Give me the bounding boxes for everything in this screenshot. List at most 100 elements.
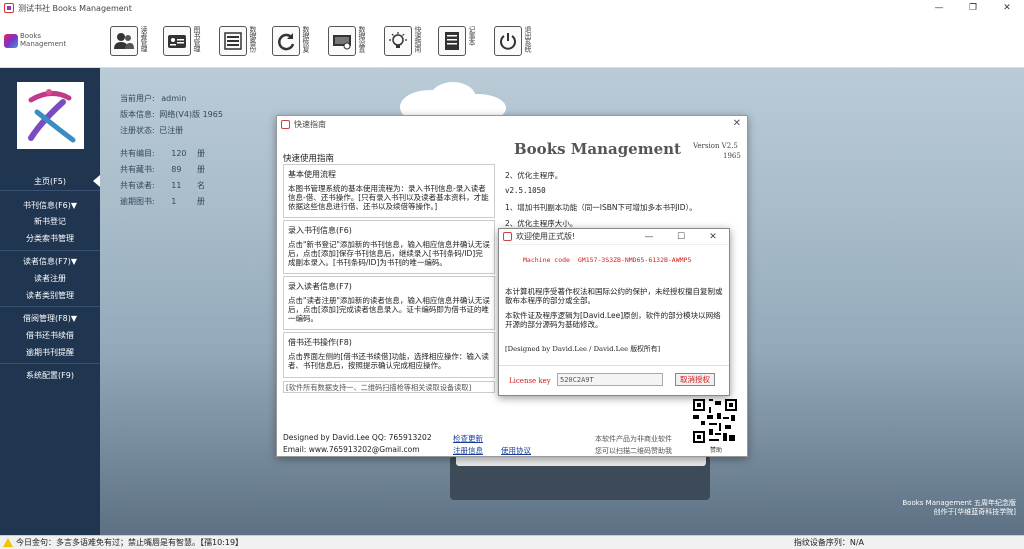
changelog-item: v2.5.1050 — [505, 186, 546, 195]
toolbar-book-manage-button[interactable]: 图书管理 — [163, 26, 209, 66]
info-label: 共有藏书: — [120, 165, 155, 174]
qr-code-image — [691, 397, 739, 445]
machine-code-row: Machine code GM157-3S3ZB-NMD65-6132B-AWM… — [523, 256, 691, 264]
check-update-link[interactable]: 检查更新 — [453, 433, 483, 444]
section-title: 录入读者信息(F7) — [288, 282, 352, 291]
nav-borrow-return[interactable]: 借书还书续借 — [0, 330, 100, 341]
version-line2: 1965 — [723, 152, 741, 160]
support-note: [软件所有数据支持一、二维码扫描枪等相关读取设备读取] — [283, 381, 495, 393]
info-unit: 名 — [196, 181, 205, 190]
info-unit: 册 — [197, 149, 206, 158]
app-name-heading: Books Management — [514, 140, 681, 158]
info-label: 版本信息: — [120, 110, 155, 119]
toolbar-label: 快速指南 — [414, 26, 422, 52]
info-value: 已注册 — [159, 126, 184, 135]
toolbar-reader-manage-button[interactable]: 读者管理 — [110, 26, 156, 66]
disclaimer-line1: 本软件产品为非商业软件 — [595, 435, 672, 443]
window-controls: — ❐ ✕ — [922, 0, 1024, 16]
window-title: 测试书社 Books Management — [18, 3, 132, 13]
guide-heading: 快速使用指南 — [283, 154, 335, 164]
total-books-row: 共有藏书: 89 册 — [120, 164, 205, 175]
notepad-icon — [438, 26, 466, 56]
guide-section: 基本使用流程 本图书管理系统的基本使用流程为：录入书刊信息-录入读者信息-借、还… — [283, 164, 495, 218]
nav-reader-info[interactable]: 读者信息(F7)▼ — [0, 256, 100, 267]
info-unit: 册 — [196, 197, 205, 206]
info-value: 1 — [171, 197, 177, 206]
nav-reader-category[interactable]: 读者类别管理 — [0, 290, 100, 301]
nav-category-manage[interactable]: 分类索书管理 — [0, 233, 100, 244]
info-label: 当前用户: — [120, 94, 155, 103]
signature-line: [Designed by David.Lee / David.Lee 版权所有] — [505, 345, 661, 353]
register-info-link[interactable]: 注册信息 — [453, 445, 483, 456]
library-logo — [17, 82, 84, 149]
total-readers-row: 共有读者: 11 名 — [120, 180, 205, 191]
toolbar-label: 数据设置 — [358, 26, 366, 52]
nav-divider — [0, 190, 100, 191]
nav-book-info[interactable]: 书刊信息(F6)▼ — [0, 200, 100, 211]
info-value: admin — [161, 94, 187, 103]
power-icon — [494, 26, 522, 56]
total-items-row: 共有编目: 120 册 — [120, 148, 205, 159]
device-serial-label: 指纹设备序列： — [793, 538, 850, 547]
app-icon — [503, 232, 512, 241]
nav-home[interactable]: 主页(F5) — [0, 176, 100, 187]
app-icon — [4, 3, 14, 13]
section-title: 基本使用流程 — [288, 170, 336, 179]
section-body: 点击"读者注册"添加新的读者信息，输入相应信息并确认无误后，点击[添加]完成读者… — [288, 296, 490, 323]
guide-section: 录入读者信息(F7) 点击"读者注册"添加新的读者信息，输入相应信息并确认无误后… — [283, 276, 495, 330]
changelog-item: 2、优化主程序。 — [505, 171, 563, 180]
current-user-row: 当前用户: admin — [120, 93, 186, 104]
disclaimer-line2: 您可以扫描二维码赞助我 — [595, 447, 672, 455]
section-body: 本图书管理系统的基本使用流程为：录入书刊信息-录入读者信息-借、还书操作。[只有… — [288, 184, 489, 211]
welcome-dialog: 欢迎使用正式版! — ☐ ✕ Machine code GM157-3S3ZB-… — [498, 228, 730, 396]
dialog-title: 欢迎使用正式版! — [516, 232, 576, 241]
origin-paragraph: 本软件证及程序逻辑为[David.Lee]原创，软件的部分模块以网络开源的部分源… — [505, 311, 721, 329]
close-button[interactable]: ✕ — [990, 0, 1024, 16]
info-value: 120 — [171, 149, 187, 158]
maximize-button[interactable]: ☐ — [665, 229, 697, 245]
toolbar-restore-button[interactable]: 数据恢复 — [272, 26, 318, 66]
toolbar-label: 数据恢复 — [302, 26, 310, 52]
device-serial: 指纹设备序列：N/A — [794, 537, 864, 548]
guide-section: 录入书刊信息(F6) 点击"新书登记"添加新的书刊信息，输入相应信息并确认无误后… — [283, 220, 495, 274]
info-value: 11 — [171, 181, 182, 190]
nav-book-register[interactable]: 新书登记 — [0, 216, 100, 227]
designed-by: Designed by David.Lee QQ: 765913202 — [283, 433, 432, 442]
nav-divider — [0, 363, 100, 364]
registration-row: 注册状态: 已注册 — [120, 125, 183, 136]
close-button[interactable]: ✕ — [697, 229, 729, 245]
maximize-button[interactable]: ❐ — [956, 0, 990, 16]
info-label: 逾期图书: — [120, 197, 155, 206]
title-bar: 测试书社 Books Management — ❐ ✕ — [0, 0, 1024, 16]
overdue-row: 逾期图书: 1 册 — [120, 196, 205, 207]
toolbar-notepad-button[interactable]: 记事本 — [438, 26, 484, 66]
lightbulb-icon — [384, 26, 412, 56]
section-body: 点击界面左侧的[借书还书续借]功能，选择相应操作：输入读者、书刊信息后，按照提示… — [288, 352, 489, 370]
daily-quote: 今日金句：多言多语难免有过；禁止嘴唇是有智慧。【孺10:19】 — [16, 538, 244, 547]
info-label: 共有编目: — [120, 149, 155, 158]
machine-code-label: Machine code — [523, 256, 570, 264]
toolbar-label: 数据备份 — [249, 26, 257, 52]
email: Email: www.765913202@Gmail.com — [283, 445, 420, 454]
cancel-license-button[interactable]: 取消授权 — [675, 373, 715, 386]
logo-mark-icon — [4, 34, 18, 48]
license-key-field[interactable]: 520C2A9T — [557, 373, 663, 386]
close-button[interactable]: ✕ — [733, 118, 741, 129]
info-value: 89 — [171, 165, 182, 174]
info-label: 共有读者: — [120, 181, 155, 190]
toolbar-quick-guide-button[interactable]: 快速指南 — [384, 26, 430, 66]
minimize-button[interactable]: — — [922, 0, 956, 16]
active-indicator-icon — [93, 175, 100, 187]
toolbar-settings-button[interactable]: 数据设置 — [328, 26, 374, 66]
nav-overdue-remind[interactable]: 逾期书刊提醒 — [0, 347, 100, 358]
nav-borrow-manage[interactable]: 借阅管理(F8)▼ — [0, 313, 100, 324]
toolbar-backup-button[interactable]: 数据备份 — [219, 26, 265, 66]
minimize-button[interactable]: — — [633, 229, 665, 245]
toolbar-label: 图书管理 — [193, 26, 201, 52]
app-icon — [281, 119, 290, 129]
nav-reader-register[interactable]: 读者注册 — [0, 273, 100, 284]
nav-system-config[interactable]: 系统配置(F9) — [0, 370, 100, 381]
usage-agreement-link[interactable]: 使用协议 — [501, 445, 531, 456]
toolbar-exit-button[interactable]: 退出系统 — [494, 26, 540, 66]
guide-section: 借书还书操作(F8) 点击界面左侧的[借书还书续借]功能，选择相应操作：输入读者… — [283, 332, 495, 378]
